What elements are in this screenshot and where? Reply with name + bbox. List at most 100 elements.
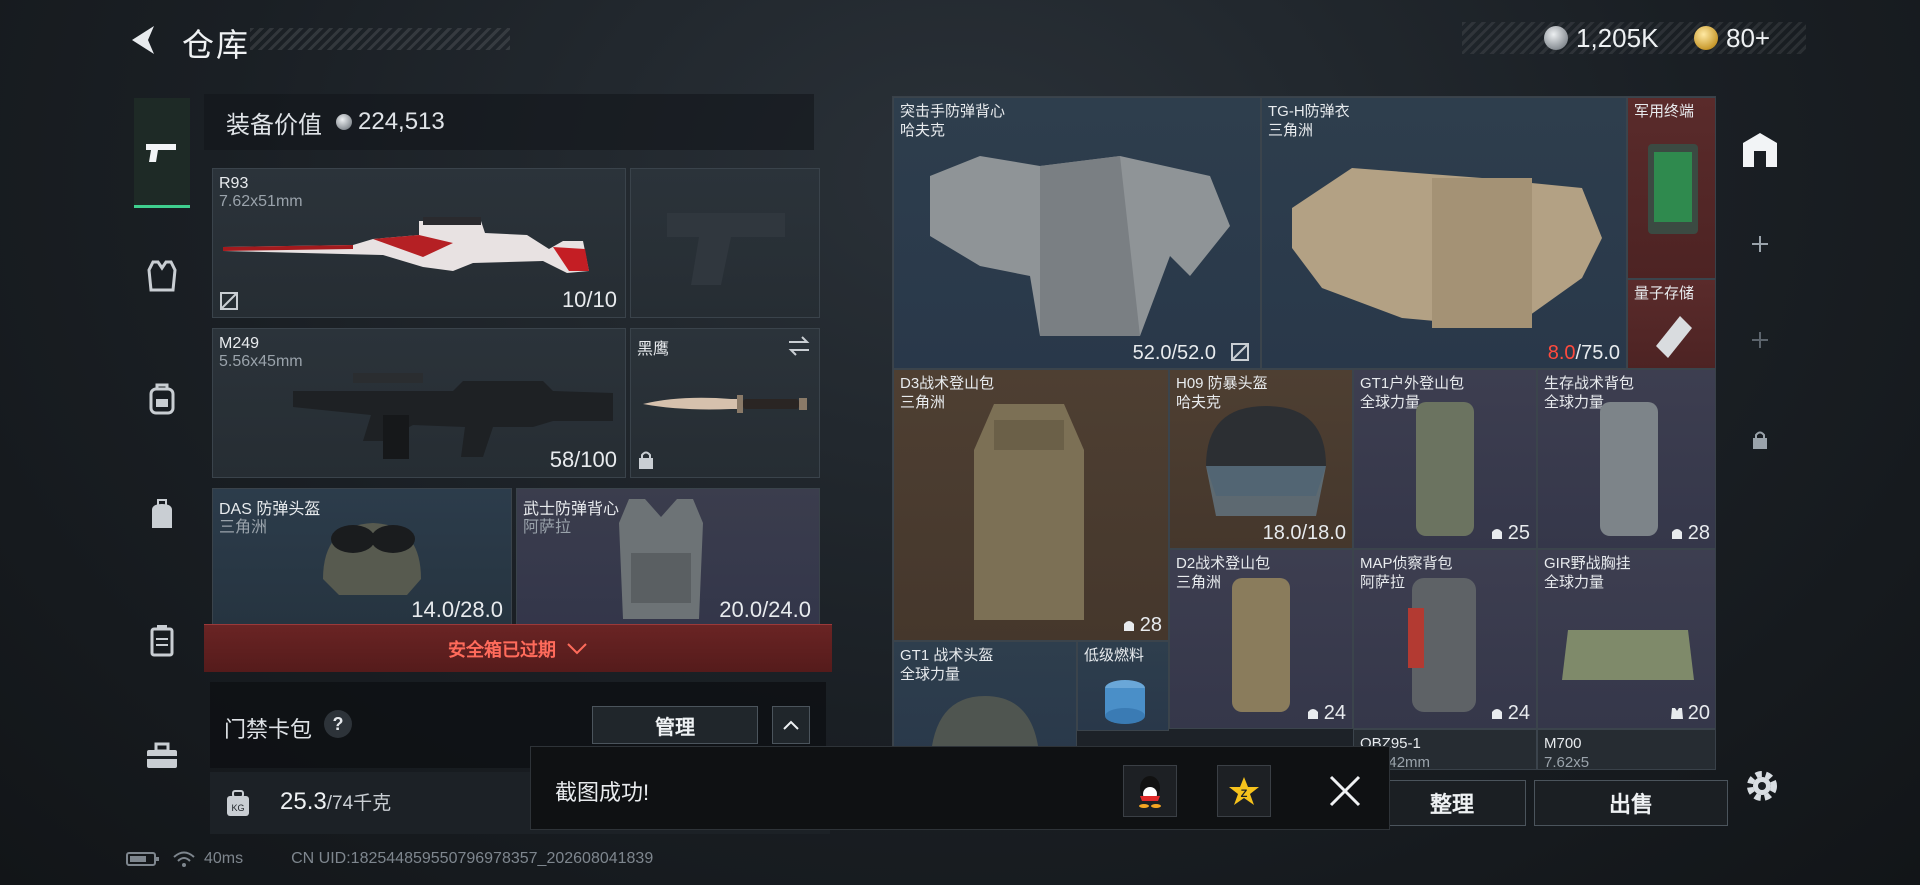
svg-text:Z: Z: [1241, 788, 1248, 800]
capacity: 28: [1670, 522, 1710, 545]
tidy-button[interactable]: 整理: [1378, 780, 1526, 826]
chevron-up-icon: [783, 720, 799, 730]
armor-vest-image: [1292, 168, 1602, 328]
armor-vest-image: [619, 499, 703, 619]
back-button[interactable]: [124, 20, 162, 60]
slot-icon: [1123, 621, 1134, 631]
slot-body-armor[interactable]: 武士防弹背心 阿萨拉 20.0/24.0: [516, 488, 820, 628]
no-mod-icon: [220, 292, 238, 310]
stash-tab-add[interactable]: [1730, 310, 1790, 370]
stash-item[interactable]: M700 7.62x5: [1537, 729, 1715, 769]
silver-currency[interactable]: 1,205K: [1544, 22, 1658, 54]
ammo-count: 58/100: [549, 447, 617, 472]
durability: 18.0/18.0: [1262, 522, 1346, 544]
close-icon: [1329, 775, 1361, 807]
uid-text: CN UID:182544859550796978357_20260804183…: [291, 850, 654, 867]
stash-item[interactable]: TG-H防弹衣 三角洲 8.0/75.0: [1261, 97, 1627, 369]
slot-icon: [1307, 709, 1318, 719]
swap-icon[interactable]: [787, 335, 811, 357]
gear-icon: [1747, 771, 1777, 801]
stash-item[interactable]: 突击手防弹背心 哈夫克 52.0/52.0: [893, 97, 1261, 369]
rail-tab-bag[interactable]: [134, 486, 190, 542]
stash-tab-locked[interactable]: [1730, 410, 1790, 470]
stash-tabs: [1720, 110, 1800, 510]
battery-icon: [126, 852, 159, 866]
stash-item[interactable]: 量子存储: [1627, 279, 1715, 369]
no-mod-icon: [1231, 343, 1249, 361]
item-name: TG-H防弹衣 三角洲: [1268, 103, 1350, 139]
weight-icon: KG: [227, 790, 249, 816]
equipment-value: 224,513: [358, 108, 445, 135]
sniper-rifle-image: [223, 217, 589, 273]
toast-close-button[interactable]: [1323, 769, 1367, 813]
rail-tab-weapons[interactable]: [134, 98, 190, 208]
rail-tab-toolbox[interactable]: [134, 728, 190, 784]
category-rail: [126, 88, 198, 828]
safe-box-expired-banner[interactable]: 安全箱已过期: [204, 624, 832, 672]
stash-item[interactable]: 生存战术背包 全球力量 28: [1537, 369, 1715, 549]
help-icon[interactable]: ?: [324, 710, 352, 738]
stash-item[interactable]: MAP侦察背包 阿萨拉 24: [1353, 549, 1537, 729]
stash-item[interactable]: D3战术登山包 三角洲 28: [893, 369, 1169, 641]
backpack-image: [1416, 402, 1474, 536]
item-name: GIR野战胸挂 全球力量: [1544, 555, 1631, 591]
vest-icon: [147, 260, 177, 292]
slot-faction: 阿萨拉: [523, 519, 572, 536]
slot-primary-weapon[interactable]: R93 7.62x51mm 10/10: [212, 168, 626, 318]
durability: 20.0/24.0: [719, 597, 811, 622]
item-name: 低级燃料: [1084, 647, 1145, 664]
backpack-image: [1408, 578, 1476, 712]
stash-item[interactable]: D2战术登山包 三角洲 24: [1169, 549, 1353, 729]
chevron-down-icon: [567, 642, 587, 654]
silver-currency-value: 1,205K: [1576, 22, 1659, 53]
status-bar: 40ms CN UID:182544859550796978357_202608…: [126, 848, 653, 870]
fuel-can-image: [1105, 680, 1145, 724]
toast-message: 截图成功!: [555, 780, 650, 805]
pistol-icon: [146, 143, 176, 162]
gold-currency[interactable]: 80+: [1694, 22, 1770, 54]
capacity: 25: [1490, 522, 1530, 545]
stash-item[interactable]: 低级燃料: [1077, 641, 1169, 731]
slot-name: M249: [219, 335, 260, 352]
backpack-image: [1600, 402, 1658, 536]
storage-icon: [1743, 133, 1777, 167]
gold-coin-icon: [1694, 26, 1718, 50]
weight-readout: 25.3/74千克: [280, 788, 391, 816]
current-weight: 25.3: [280, 788, 327, 815]
silver-coin-icon: [336, 114, 352, 130]
capacity: 28: [1122, 614, 1162, 637]
stash-tab-add[interactable]: [1730, 214, 1790, 274]
capacity: 20: [1670, 702, 1710, 725]
item-name: 突击手防弹背心 哈夫克: [900, 103, 1006, 139]
share-qzone-button[interactable]: Z: [1217, 765, 1271, 817]
slot-helmet[interactable]: DAS 防弹头盔 三角洲 14.0/28.0: [212, 488, 512, 628]
rail-tab-case[interactable]: [134, 612, 190, 668]
slot-faction: 三角洲: [219, 519, 268, 536]
safe-box-expired-text: 安全箱已过期: [448, 639, 556, 660]
rail-tab-backpack[interactable]: [134, 370, 190, 426]
slot-pistol-empty[interactable]: [630, 168, 820, 318]
lock-icon: [1753, 431, 1767, 449]
settings-button[interactable]: [1742, 766, 1782, 806]
stash-tab-main[interactable]: [1730, 120, 1790, 180]
durability: 52.0/52.0: [1132, 342, 1216, 364]
slot-icon: [1671, 529, 1682, 539]
slot-melee[interactable]: 黑鹰: [630, 328, 820, 478]
stash-item[interactable]: 军用终端: [1627, 97, 1715, 279]
manage-button[interactable]: 管理: [592, 706, 758, 744]
stash-item[interactable]: GIR野战胸挂 全球力量 20: [1537, 549, 1715, 729]
plus-icon: [1752, 332, 1768, 348]
collapse-button[interactable]: [772, 706, 810, 744]
slot-secondary-weapon[interactable]: M249 5.56x45mm 58/100: [212, 328, 626, 478]
silver-coin-icon: [1544, 26, 1568, 50]
item-name: 量子存储: [1634, 285, 1695, 302]
sell-button[interactable]: 出售: [1534, 780, 1728, 826]
toolbox-icon: [147, 742, 177, 768]
stash-item[interactable]: H09 防暴头盔 哈夫克 18.0/18.0: [1169, 369, 1353, 549]
rail-tab-vest[interactable]: [134, 248, 190, 304]
knife-image: [643, 395, 807, 413]
keycard-pack-label: 门禁卡包: [224, 717, 313, 742]
title-decoration: [250, 28, 510, 50]
stash-item[interactable]: GT1户外登山包 全球力量 25: [1353, 369, 1537, 549]
share-qq-button[interactable]: [1123, 765, 1177, 817]
